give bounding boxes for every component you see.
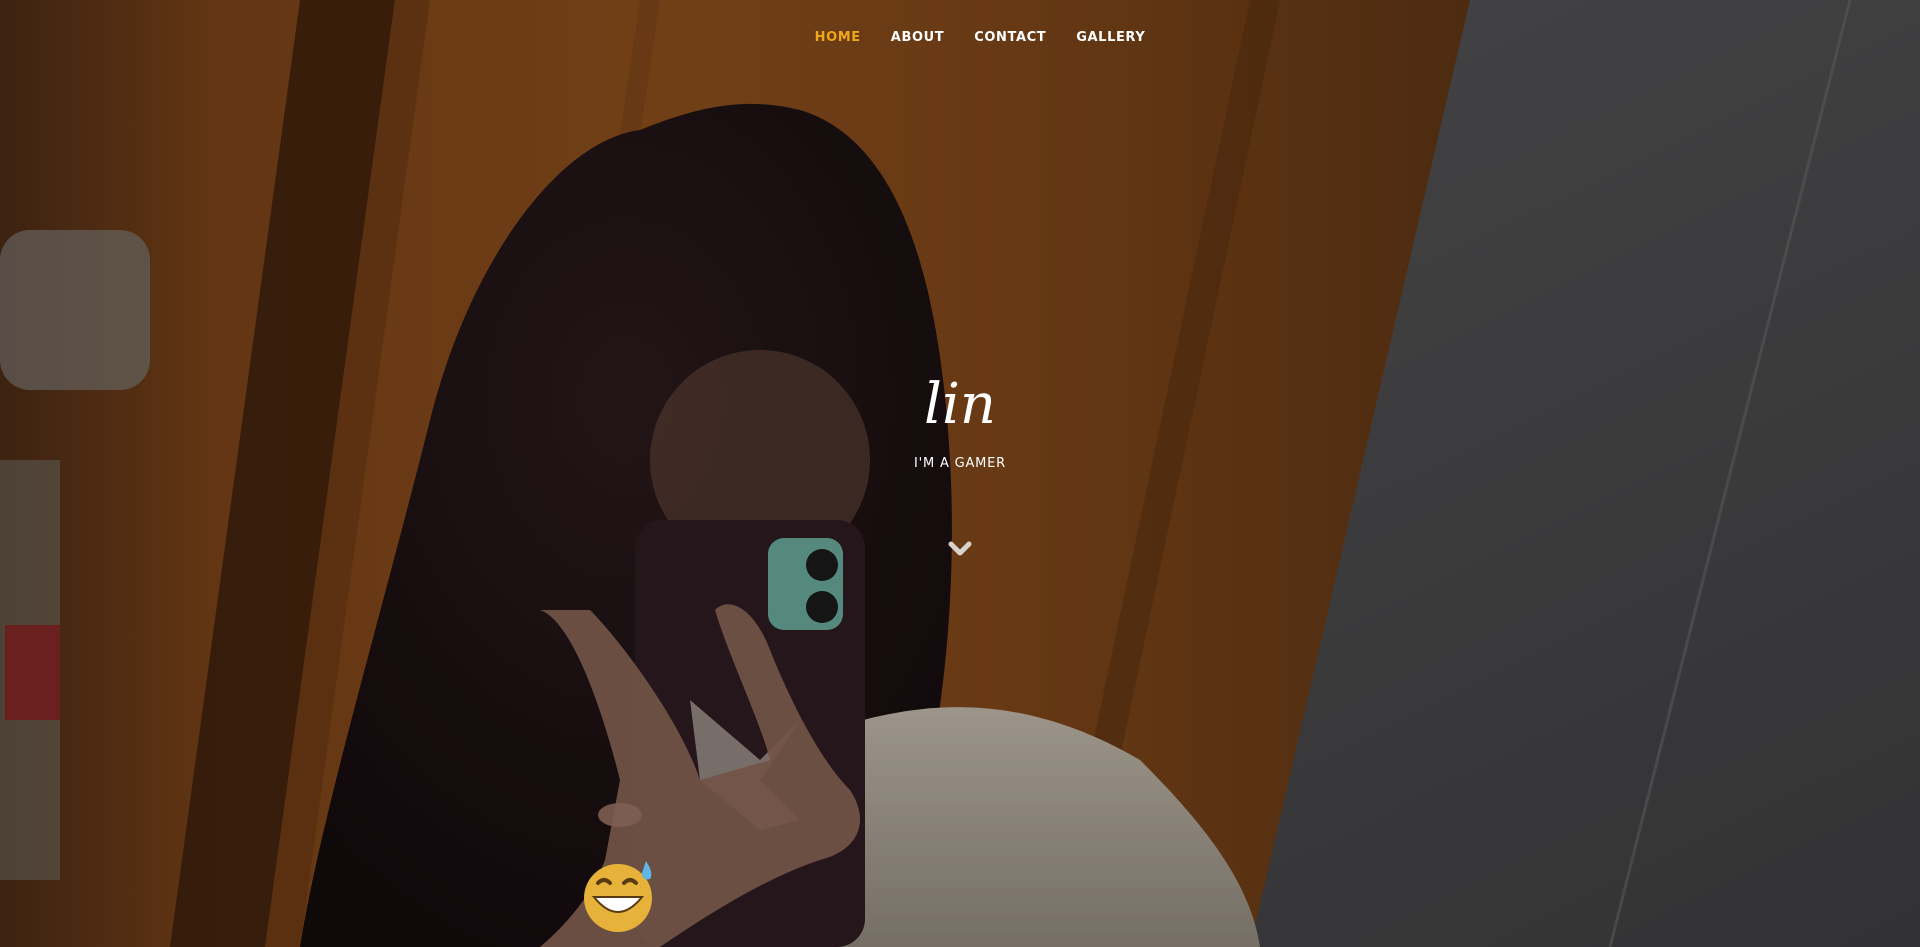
- hero-subtitle: I'M A GAMER: [913, 456, 1006, 471]
- main-nav: HOME ABOUT CONTACT GALLERY: [0, 28, 1920, 48]
- nav-item-contact[interactable]: CONTACT: [974, 28, 1046, 48]
- hero-title: lin: [924, 372, 996, 437]
- nav-item-about[interactable]: ABOUT: [891, 28, 944, 48]
- chevron-down-icon[interactable]: [946, 537, 974, 561]
- grinning-sweat-emoji-icon: [584, 861, 652, 932]
- hero-section: HOME ABOUT CONTACT GALLERY lin I'M A GAM…: [0, 0, 1920, 947]
- nav-item-gallery[interactable]: GALLERY: [1076, 28, 1145, 48]
- darken-overlay: [0, 0, 1920, 947]
- nav-item-home[interactable]: HOME: [815, 28, 861, 48]
